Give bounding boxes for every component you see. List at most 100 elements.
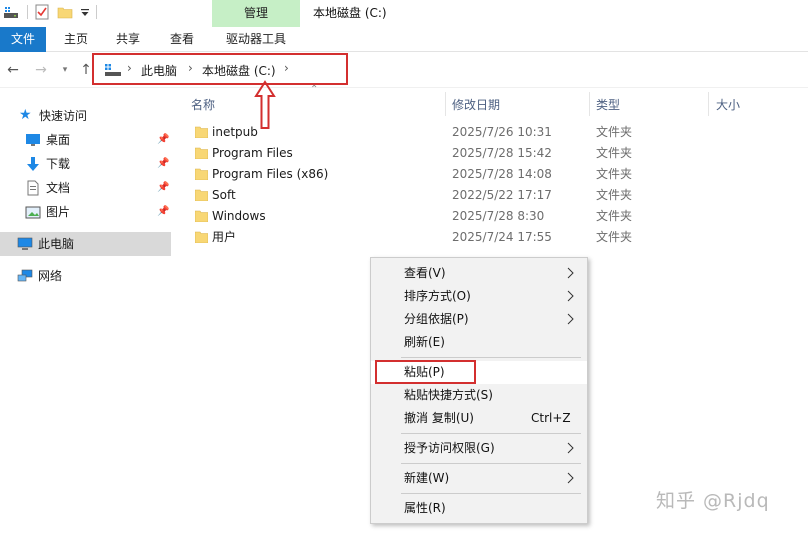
menu-item-paste-shortcut[interactable]: 粘贴快捷方式(S) <box>371 384 587 407</box>
tab-view[interactable]: 查看 <box>160 27 204 52</box>
column-header-type[interactable]: 类型 <box>596 94 620 116</box>
properties-icon[interactable] <box>34 4 50 20</box>
file-name: inetpub <box>212 125 258 139</box>
forward-arrow-icon[interactable]: → <box>32 61 50 79</box>
menu-item-label: 授予访问权限(G) <box>404 441 495 455</box>
submenu-arrow-icon <box>567 290 574 302</box>
menu-item-give-access[interactable]: 授予访问权限(G) <box>371 437 587 460</box>
list-item[interactable]: Soft 2022/5/22 17:17 文件夹 <box>190 185 808 206</box>
menu-item-label: 新建(W) <box>404 471 450 485</box>
file-name: 用户 <box>212 230 237 244</box>
menu-separator <box>401 357 581 358</box>
toolbar-separator <box>96 5 97 19</box>
column-header-name[interactable]: 名称 <box>191 94 215 116</box>
navigation-pane: ★ 快速访问 桌面 📌 下载 📌 文档 📌 图片 📌 此电脑 网络 <box>0 96 171 536</box>
pin-icon[interactable]: 📌 <box>157 128 169 152</box>
sidebar-item-downloads[interactable]: 下载 📌 <box>0 152 171 176</box>
tab-home[interactable]: 主页 <box>54 27 98 52</box>
sidebar-item-label: 网络 <box>38 269 63 283</box>
menu-item-label: 排序方式(O) <box>404 289 471 303</box>
tab-share[interactable]: 共享 <box>106 27 150 52</box>
recent-locations-icon[interactable]: ▾ <box>56 61 74 79</box>
column-divider[interactable] <box>589 92 590 116</box>
back-arrow-icon[interactable]: ← <box>4 61 22 79</box>
folder-icon <box>195 231 208 243</box>
title-bar: 管理 本地磁盘 (C:) <box>0 0 808 27</box>
pin-icon[interactable]: 📌 <box>157 152 169 176</box>
list-item[interactable]: Windows 2025/7/28 8:30 文件夹 <box>190 206 808 227</box>
sidebar-item-documents[interactable]: 文档 📌 <box>0 176 171 200</box>
menu-item-label: 粘贴快捷方式(S) <box>404 388 493 402</box>
menu-item-sort-by[interactable]: 排序方式(O) <box>371 285 587 308</box>
sidebar-item-desktop[interactable]: 桌面 📌 <box>0 128 171 152</box>
menu-item-refresh[interactable]: 刷新(E) <box>371 331 587 354</box>
breadcrumb-chevron-icon[interactable]: › <box>188 61 193 75</box>
menu-separator <box>401 493 581 494</box>
folder-icon <box>195 147 208 159</box>
menu-item-group-by[interactable]: 分组依据(P) <box>371 308 587 331</box>
breadcrumb-local-disk[interactable]: 本地磁盘 (C:) <box>202 62 276 79</box>
context-menu: 查看(V) 排序方式(O) 分组依据(P) 刷新(E) 粘贴(P) 粘贴快捷方式… <box>370 257 588 524</box>
menu-item-new[interactable]: 新建(W) <box>371 467 587 490</box>
menu-item-properties[interactable]: 属性(R) <box>371 497 587 520</box>
manage-context-tab[interactable]: 管理 <box>212 0 300 27</box>
download-icon <box>27 157 39 171</box>
folder-icon <box>195 168 208 180</box>
computer-icon <box>17 237 33 250</box>
file-modified: 2022/5/22 17:17 <box>452 188 552 202</box>
menu-item-label: 撤消 复制(U) <box>404 411 474 425</box>
document-icon <box>27 180 39 196</box>
breadcrumb-chevron-icon[interactable]: › <box>284 61 289 75</box>
submenu-arrow-icon <box>567 267 574 279</box>
drive-icon <box>4 7 18 18</box>
sidebar-item-this-pc[interactable]: 此电脑 <box>0 232 171 256</box>
sidebar-item-pictures[interactable]: 图片 📌 <box>0 200 171 224</box>
column-divider[interactable] <box>708 92 709 116</box>
menu-item-undo-copy[interactable]: 撤消 复制(U) Ctrl+Z <box>371 407 587 430</box>
menu-item-view[interactable]: 查看(V) <box>371 262 587 285</box>
submenu-arrow-icon <box>567 313 574 325</box>
column-header-size[interactable]: 大小 <box>716 94 740 116</box>
tab-drive-tools[interactable]: 驱动器工具 <box>216 27 296 52</box>
list-item[interactable]: Program Files (x86) 2025/7/28 14:08 文件夹 <box>190 164 808 185</box>
menu-separator <box>401 463 581 464</box>
sort-ascending-icon: ⌃ <box>310 84 319 95</box>
new-folder-icon[interactable] <box>57 4 73 20</box>
tab-file[interactable]: 文件 <box>0 27 46 52</box>
file-name: Soft <box>212 188 236 202</box>
address-bar[interactable]: › 此电脑 › 本地磁盘 (C:) › <box>92 53 348 85</box>
file-type: 文件夹 <box>596 167 633 181</box>
menu-item-label: 查看(V) <box>404 266 446 280</box>
file-type: 文件夹 <box>596 125 633 139</box>
pin-icon[interactable]: 📌 <box>157 200 169 224</box>
sidebar-item-quick-access[interactable]: ★ 快速访问 <box>0 104 171 128</box>
pin-icon[interactable]: 📌 <box>157 176 169 200</box>
navigation-bar: ← → ▾ ↑ › 此电脑 › 本地磁盘 (C:) › <box>0 52 808 88</box>
list-item[interactable]: inetpub 2025/7/26 10:31 文件夹 <box>190 122 808 143</box>
sidebar-item-label: 快速访问 <box>39 109 88 123</box>
sidebar-item-label: 桌面 <box>46 133 71 147</box>
file-type: 文件夹 <box>596 230 633 244</box>
customize-dropdown-icon[interactable] <box>77 4 93 20</box>
breadcrumb-this-pc[interactable]: 此电脑 <box>141 62 177 79</box>
column-header-modified[interactable]: 修改日期 <box>452 94 500 116</box>
submenu-arrow-icon <box>567 442 574 454</box>
file-type: 文件夹 <box>596 209 633 223</box>
menu-item-label: 属性(R) <box>404 501 446 515</box>
column-divider[interactable] <box>445 92 446 116</box>
file-name: Program Files (x86) <box>212 167 329 181</box>
folder-icon <box>195 210 208 222</box>
star-icon: ★ <box>19 107 32 123</box>
file-type: 文件夹 <box>596 188 633 202</box>
folder-icon <box>195 126 208 138</box>
menu-item-label: 分组依据(P) <box>404 312 469 326</box>
list-item[interactable]: Program Files 2025/7/28 15:42 文件夹 <box>190 143 808 164</box>
annotation-highlight-box <box>375 360 476 384</box>
breadcrumb-chevron-icon[interactable]: › <box>127 61 132 75</box>
submenu-arrow-icon <box>567 472 574 484</box>
toolbar-separator <box>27 5 28 19</box>
list-item[interactable]: 用户 2025/7/24 17:55 文件夹 <box>190 227 808 248</box>
window-title: 本地磁盘 (C:) <box>313 6 387 20</box>
sidebar-item-label: 文档 <box>46 181 71 195</box>
sidebar-item-network[interactable]: 网络 <box>0 264 171 288</box>
